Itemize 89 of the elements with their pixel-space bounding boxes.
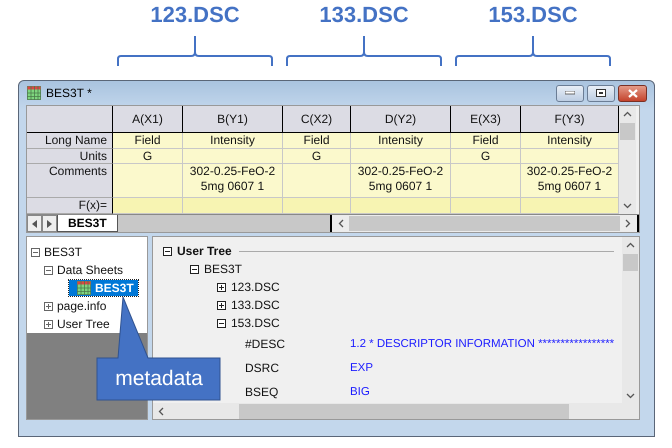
horizontal-scrollbar[interactable]: [153, 403, 639, 419]
close-icon: [628, 88, 638, 98]
table-cell[interactable]: [113, 164, 183, 198]
minimize-icon: [565, 91, 575, 95]
tree-node[interactable]: 123.DSC: [231, 280, 280, 294]
table-cell[interactable]: Intensity: [521, 133, 619, 149]
scroll-thumb[interactable]: [348, 216, 620, 231]
entry-value: EXP: [350, 362, 374, 374]
scroll-down-icon[interactable]: [623, 203, 632, 209]
tree-node[interactable]: 133.DSC: [231, 298, 280, 312]
collapse-icon[interactable]: [190, 264, 199, 274]
table-cell[interactable]: [113, 198, 183, 214]
table-cell[interactable]: [451, 164, 521, 198]
table-cell[interactable]: 302-0.25-FeO-2 5mg 0607 1: [351, 164, 451, 198]
table-cell[interactable]: [521, 198, 619, 214]
worksheet-icon: [77, 281, 91, 295]
window-title: BES3T *: [46, 86, 92, 100]
scroll-down-icon[interactable]: [626, 393, 635, 399]
table-cell[interactable]: [183, 198, 283, 214]
scroll-thumb[interactable]: [623, 254, 638, 271]
table-cell[interactable]: 302-0.25-FeO-2 5mg 0607 1: [183, 164, 283, 198]
annotation-label: 133.DSC: [319, 2, 409, 28]
maximize-icon: [596, 89, 606, 97]
table-cell[interactable]: 302-0.25-FeO-2 5mg 0607 1: [521, 164, 619, 198]
column-header[interactable]: B(Y1): [183, 106, 283, 133]
table-cell[interactable]: [351, 198, 451, 214]
next-sheet-button[interactable]: [42, 215, 57, 232]
scroll-thumb[interactable]: [620, 123, 635, 140]
table-cell[interactable]: Field: [283, 133, 351, 149]
collapse-icon[interactable]: [217, 318, 226, 328]
tree-item[interactable]: BES3T: [43, 245, 84, 259]
table-cell[interactable]: G: [283, 149, 351, 164]
left-triangle-icon: [32, 220, 38, 228]
table-cell[interactable]: [451, 198, 521, 214]
table-cell[interactable]: Field: [113, 133, 183, 149]
scroll-up-icon[interactable]: [626, 242, 635, 248]
scroll-left-icon[interactable]: [158, 406, 164, 416]
table-cell[interactable]: Intensity: [183, 133, 283, 149]
row-header: Comments: [27, 164, 113, 198]
table-cell[interactable]: [351, 149, 451, 164]
column-header[interactable]: C(X2): [283, 106, 351, 133]
tree-node[interactable]: 153.DSC: [231, 316, 280, 330]
annotation-label: 123.DSC: [150, 2, 240, 28]
previous-sheet-button[interactable]: [27, 215, 42, 232]
table-cell[interactable]: G: [451, 149, 521, 164]
section-title: User Tree: [177, 244, 232, 258]
tree-item[interactable]: page.info: [56, 299, 108, 313]
tree-node[interactable]: BES3T: [204, 262, 242, 276]
entry-key: #DESC: [245, 337, 350, 351]
column-header[interactable]: F(Y3): [521, 106, 619, 133]
table-cell[interactable]: [283, 164, 351, 198]
table-cell[interactable]: G: [113, 149, 183, 164]
table-cell[interactable]: [183, 149, 283, 164]
worksheet-icon: [27, 86, 41, 100]
tree-item[interactable]: BES3T: [69, 280, 138, 296]
table-cell[interactable]: Intensity: [351, 133, 451, 149]
row-header: Long Name: [27, 133, 113, 149]
column-header[interactable]: A(X1): [113, 106, 183, 133]
callout-text: metadata: [114, 366, 204, 392]
horizontal-scrollbar[interactable]: [332, 215, 639, 232]
row-header: Units: [27, 149, 113, 164]
entry-key: BSEQ: [245, 385, 350, 399]
sheet-tab[interactable]: BES3T: [57, 215, 118, 232]
column-header[interactable]: D(Y2): [351, 106, 451, 133]
vertical-scrollbar[interactable]: [622, 237, 639, 403]
table-cell[interactable]: [521, 149, 619, 164]
corner-cell[interactable]: [27, 106, 113, 133]
maximize-button[interactable]: [587, 84, 615, 102]
scroll-up-icon[interactable]: [623, 111, 632, 117]
table-cell[interactable]: [283, 198, 351, 214]
vertical-scrollbar[interactable]: [619, 106, 636, 214]
collapse-icon[interactable]: [163, 246, 172, 256]
scroll-right-icon[interactable]: [625, 219, 631, 228]
column-header[interactable]: E(X3): [451, 106, 521, 133]
scroll-thumb[interactable]: [239, 404, 569, 418]
row-header: F(x)=: [27, 198, 113, 214]
expand-icon[interactable]: [217, 282, 226, 292]
entry-key: DSRC: [245, 361, 350, 375]
table-cell[interactable]: Field: [451, 133, 521, 149]
entry-value: BIG: [350, 386, 370, 398]
right-triangle-icon: [46, 220, 52, 228]
close-button[interactable]: [618, 84, 647, 102]
scroll-left-icon[interactable]: [338, 219, 344, 228]
entry-value: 1.2 * DESCRIPTOR INFORMATION *****************: [350, 338, 614, 350]
tree-item[interactable]: User Tree: [56, 317, 111, 331]
expand-icon[interactable]: [217, 300, 226, 310]
tree-item[interactable]: Data Sheets: [56, 263, 124, 277]
annotation-label: 153.DSC: [488, 2, 578, 28]
minimize-button[interactable]: [556, 84, 584, 102]
